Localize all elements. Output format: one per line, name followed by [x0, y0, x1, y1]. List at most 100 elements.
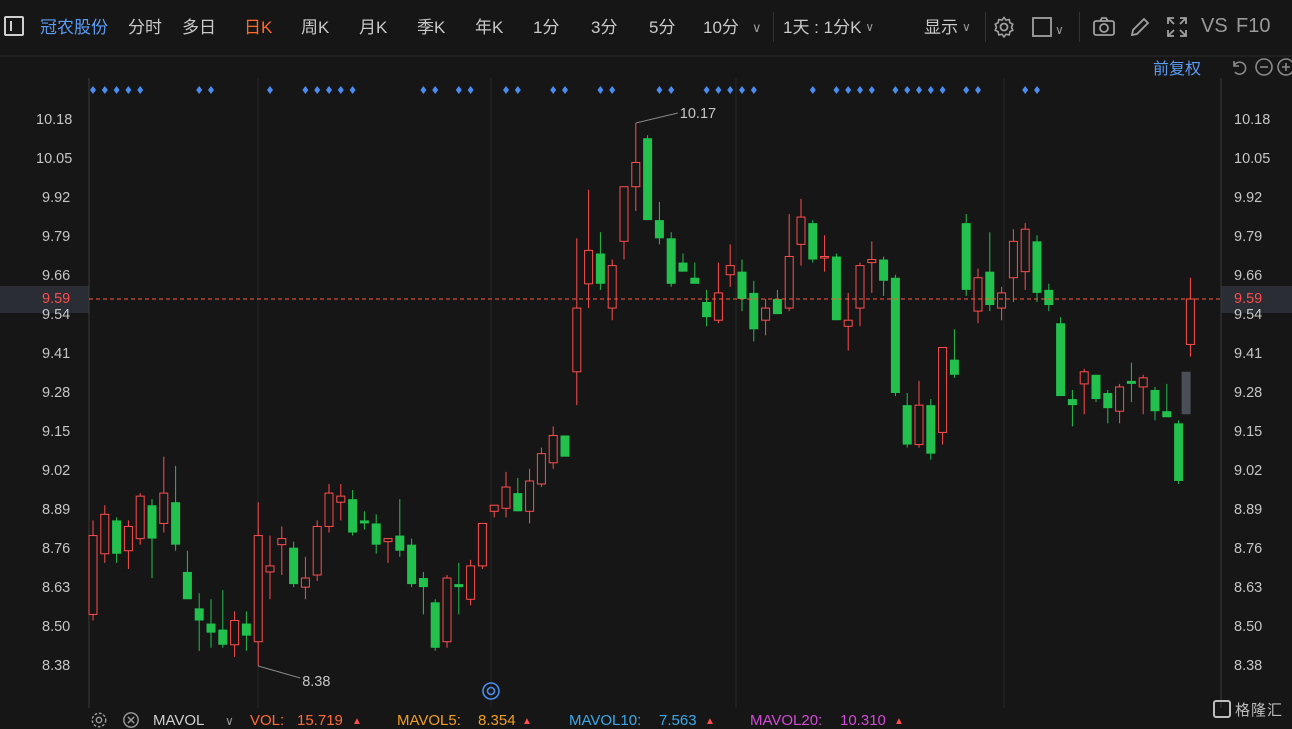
event-marker [1022, 86, 1029, 94]
candle-body [690, 277, 700, 284]
candle [454, 562, 464, 615]
candle-body [418, 578, 428, 588]
candle-body [713, 292, 723, 321]
candle [914, 380, 924, 448]
candle [348, 490, 358, 536]
candle [336, 484, 346, 521]
event-marker [314, 86, 321, 94]
candle-body [1174, 423, 1184, 481]
candle [1056, 317, 1066, 397]
candle [289, 541, 299, 588]
candle [784, 214, 794, 312]
candle [359, 511, 369, 530]
candle [1079, 368, 1089, 415]
event-marker [939, 86, 946, 94]
candle-body [914, 404, 924, 446]
candle [1103, 389, 1113, 424]
chevron-down-icon[interactable]: ∨ [225, 714, 234, 728]
candle [843, 292, 853, 351]
candle-body [442, 577, 452, 643]
candle-body [1103, 393, 1113, 409]
event-marker [963, 86, 970, 94]
event-marker [727, 86, 734, 94]
candle-body [584, 249, 594, 285]
candle [666, 232, 676, 287]
event-marker [609, 86, 616, 94]
candle-body [100, 513, 110, 555]
candle [584, 189, 594, 309]
candle-body [348, 499, 358, 533]
candle [808, 220, 818, 263]
candle-body [277, 538, 287, 546]
candle [536, 447, 546, 488]
candle [560, 435, 570, 457]
candle [949, 329, 959, 378]
candle [312, 520, 322, 582]
candle [619, 186, 629, 260]
indicator-bar: MAVOL ∨ VOL: 15.719 ▲ MAVOL5: 8.354 ▲ MA… [0, 708, 1292, 729]
candle-body [973, 277, 983, 312]
event-marker [337, 86, 344, 94]
candle-body [737, 271, 747, 299]
event-marker [467, 86, 474, 94]
candle-body [383, 538, 393, 543]
event-marker [809, 86, 816, 94]
candle-body [761, 307, 771, 321]
candle [938, 347, 948, 445]
event-marker [455, 86, 462, 94]
candle-body [666, 238, 676, 284]
candle-body [123, 525, 133, 552]
candle-body [1056, 323, 1066, 397]
candle [1091, 374, 1101, 403]
vol-value: 15.719 [297, 712, 343, 729]
candle [182, 550, 192, 600]
candle-body [997, 292, 1007, 309]
candle [1067, 389, 1077, 427]
candle-body [1020, 228, 1030, 273]
candle-body [902, 405, 912, 445]
candle-body [867, 259, 877, 264]
event-marker [326, 86, 332, 94]
event-marker [668, 86, 675, 94]
candle [88, 520, 98, 621]
event-marker [656, 86, 663, 94]
candle [230, 611, 240, 657]
candle [926, 399, 936, 460]
candle-body [725, 265, 735, 276]
candle-body [772, 298, 782, 315]
indicator-name[interactable]: MAVOL [153, 712, 204, 729]
close-icon[interactable] [122, 711, 140, 729]
event-marker [514, 86, 521, 94]
candle-body [371, 523, 381, 545]
candle-body [1091, 374, 1101, 400]
candle [737, 259, 747, 312]
candle [902, 393, 912, 448]
candle-body [395, 535, 405, 551]
candle-body [525, 480, 535, 512]
candle [112, 517, 122, 563]
event-marker [750, 86, 757, 94]
candle-body [1138, 377, 1148, 388]
candles [88, 123, 1195, 666]
candle [430, 599, 440, 651]
candle-body [430, 602, 440, 648]
candle [702, 289, 712, 327]
event-marker [420, 86, 427, 94]
candlestick-chart[interactable]: 10.17 8.38 [0, 0, 1292, 728]
candle [890, 274, 900, 397]
candle-body [572, 307, 582, 373]
candle-body [230, 620, 240, 646]
event-marker [113, 86, 120, 94]
candle-body [749, 292, 759, 330]
brand-logo: 格隆汇 [1213, 699, 1283, 720]
candle-body [536, 453, 546, 485]
candle-body [182, 571, 192, 600]
candle [631, 123, 641, 211]
candle [383, 538, 393, 563]
candle-body [643, 138, 653, 221]
candle [1138, 374, 1148, 415]
gear-icon[interactable] [90, 711, 108, 729]
event-marker [302, 86, 309, 94]
candle [1008, 229, 1018, 302]
event-marker [267, 86, 273, 94]
